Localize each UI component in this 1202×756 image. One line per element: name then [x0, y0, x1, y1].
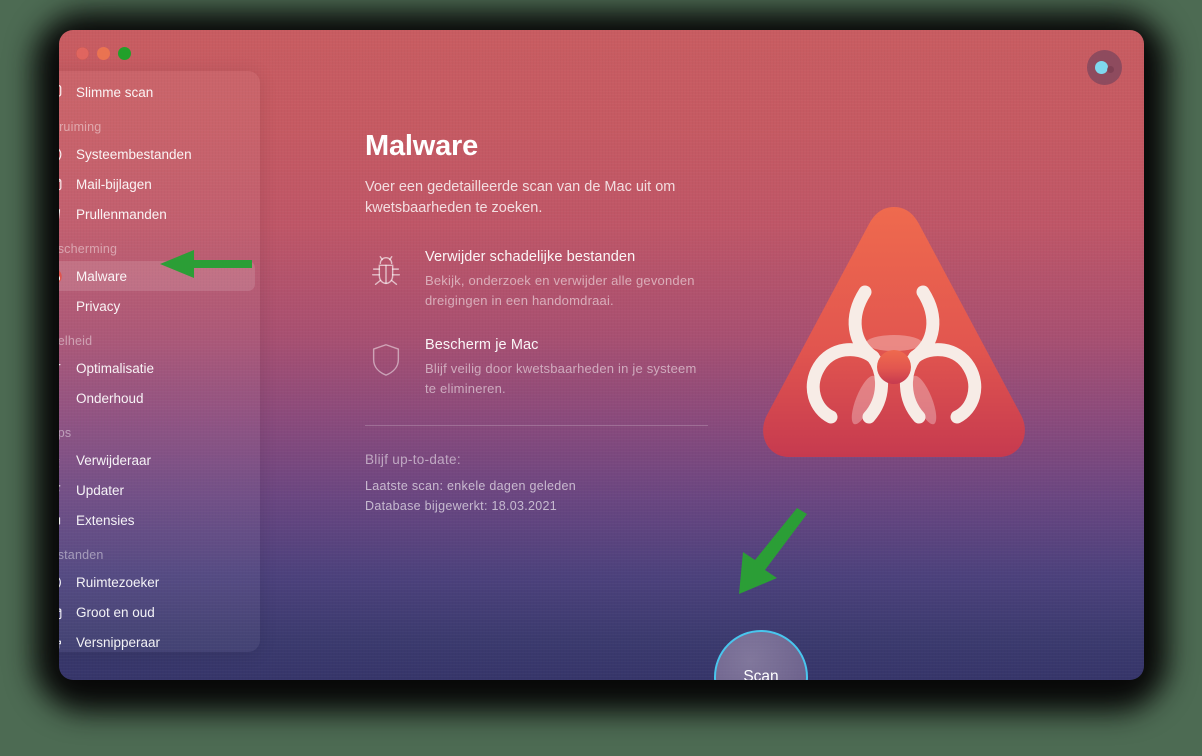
- sidebar-group-label: Opruiming: [59, 120, 102, 134]
- sidebar-item-label: Optimalisatie: [76, 360, 155, 376]
- zoom-button[interactable]: [118, 47, 131, 60]
- sidebar-item-verwijderaar[interactable]: Verwijderaar: [59, 445, 255, 475]
- sidebar-item-updater[interactable]: Updater: [59, 475, 255, 505]
- shredder-icon: [59, 631, 64, 653]
- arrow-pointing-to-malware-sidebar-item: [144, 246, 254, 287]
- page-title: Malware: [365, 130, 479, 162]
- feature-item: Bescherm je Mac Blijf veilig door kwetsb…: [365, 337, 1125, 399]
- trash-icon: [59, 203, 64, 225]
- last-scan-status: Laatste scan: enkele dagen geleden: [365, 479, 577, 493]
- sidebar-item-label: Onderhoud: [76, 390, 144, 406]
- arrow-pointing-to-scan-button: [733, 508, 817, 609]
- sidebar-item-mail-bijlagen[interactable]: Mail-bijlagen: [59, 169, 255, 199]
- status-dot-icon: [1094, 60, 1108, 74]
- wrench-icon: [59, 387, 64, 409]
- smart-scan-icon: [59, 81, 64, 103]
- sidebar-item-optimalisatie[interactable]: Optimalisatie: [59, 353, 255, 383]
- status-dot-secondary-icon: [1107, 66, 1114, 73]
- sidebar-item-label: Privacy: [76, 298, 121, 314]
- sidebar-item-label: Prullenmanden: [76, 206, 167, 222]
- feature-title: Bescherm je Mac: [425, 337, 539, 353]
- feature-item: Verwijder schadelijke bestanden Bekijk, …: [365, 249, 1125, 311]
- sidebar-item-systeembestanden[interactable]: Systeembestanden: [59, 139, 255, 169]
- content-divider: [365, 425, 708, 426]
- uninstaller-icon: [59, 449, 64, 471]
- sidebar-item-label: Updater: [76, 482, 125, 498]
- bug-icon: [365, 249, 407, 290]
- scan-button[interactable]: Scan: [714, 630, 808, 680]
- sidebar-group-label: Bestanden: [59, 548, 104, 562]
- sidebar-item-label: Groot en oud: [76, 604, 155, 620]
- sidebar-item-prullenmanden[interactable]: Prullenmanden: [59, 199, 255, 229]
- application-window: Malware Voer een gedetailleerde scan van…: [59, 30, 1144, 680]
- sliders-icon: [59, 357, 64, 379]
- close-button[interactable]: [76, 47, 89, 60]
- sidebar-item-ruimtezoeker[interactable]: Ruimtezoeker: [59, 567, 255, 597]
- mail-icon: [59, 173, 64, 195]
- sidebar-item-versnipperaar[interactable]: Versnipperaar: [59, 627, 255, 657]
- account-status-button[interactable]: [1087, 50, 1122, 85]
- hand-icon: [59, 295, 64, 317]
- feature-description: Blijf veilig door kwetsbaarheden in je s…: [425, 361, 697, 396]
- sidebar-item-label: Versnipperaar: [76, 634, 161, 650]
- window-traffic-lights: [76, 47, 131, 60]
- space-lens-icon: [59, 571, 64, 593]
- sidebar-item-label: Slimme scan: [76, 84, 154, 100]
- system-junk-icon: [59, 143, 64, 165]
- sidebar-item-label: Verwijderaar: [76, 452, 152, 468]
- sidebar-item-label: Ruimtezoeker: [76, 574, 160, 590]
- biohazard-icon: [59, 265, 64, 287]
- updater-icon: [59, 479, 64, 501]
- feature-title: Verwijder schadelijke bestanden: [425, 249, 636, 265]
- main-content: Malware Voer een gedetailleerde scan van…: [365, 130, 1125, 519]
- shield-icon: [365, 337, 407, 378]
- feature-list: Verwijder schadelijke bestanden Bekijk, …: [365, 249, 1125, 399]
- sidebar-item-privacy[interactable]: Privacy: [59, 291, 255, 321]
- sidebar-item-label: Malware: [76, 268, 128, 284]
- sidebar-item-slimme-scan[interactable]: Slimme scan: [59, 77, 255, 107]
- sidebar-item-onderhoud[interactable]: Onderhoud: [59, 383, 255, 413]
- sidebar: Slimme scan Opruiming Systeembestanden: [59, 71, 260, 652]
- sidebar-item-extensies[interactable]: Extensies: [59, 505, 255, 535]
- folder-icon: [59, 601, 64, 623]
- feature-description: Bekijk, onderzoek en verwijder alle gevo…: [425, 273, 695, 308]
- sidebar-item-label: Mail-bijlagen: [76, 176, 152, 192]
- sidebar-item-groot-en-oud[interactable]: Groot en oud: [59, 597, 255, 627]
- status-heading: Blijf up-to-date:: [365, 452, 461, 467]
- minimize-button[interactable]: [97, 47, 110, 60]
- sidebar-item-label: Systeembestanden: [76, 146, 192, 162]
- page-subtitle: Voer een gedetailleerde scan van de Mac …: [365, 179, 676, 216]
- sidebar-group-label: Apps: [59, 426, 72, 440]
- sidebar-group-label: Snelheid: [59, 334, 93, 348]
- screenshot-stage: Malware Voer een gedetailleerde scan van…: [0, 0, 1202, 756]
- extensions-icon: [59, 509, 64, 531]
- sidebar-item-label: Extensies: [76, 512, 135, 528]
